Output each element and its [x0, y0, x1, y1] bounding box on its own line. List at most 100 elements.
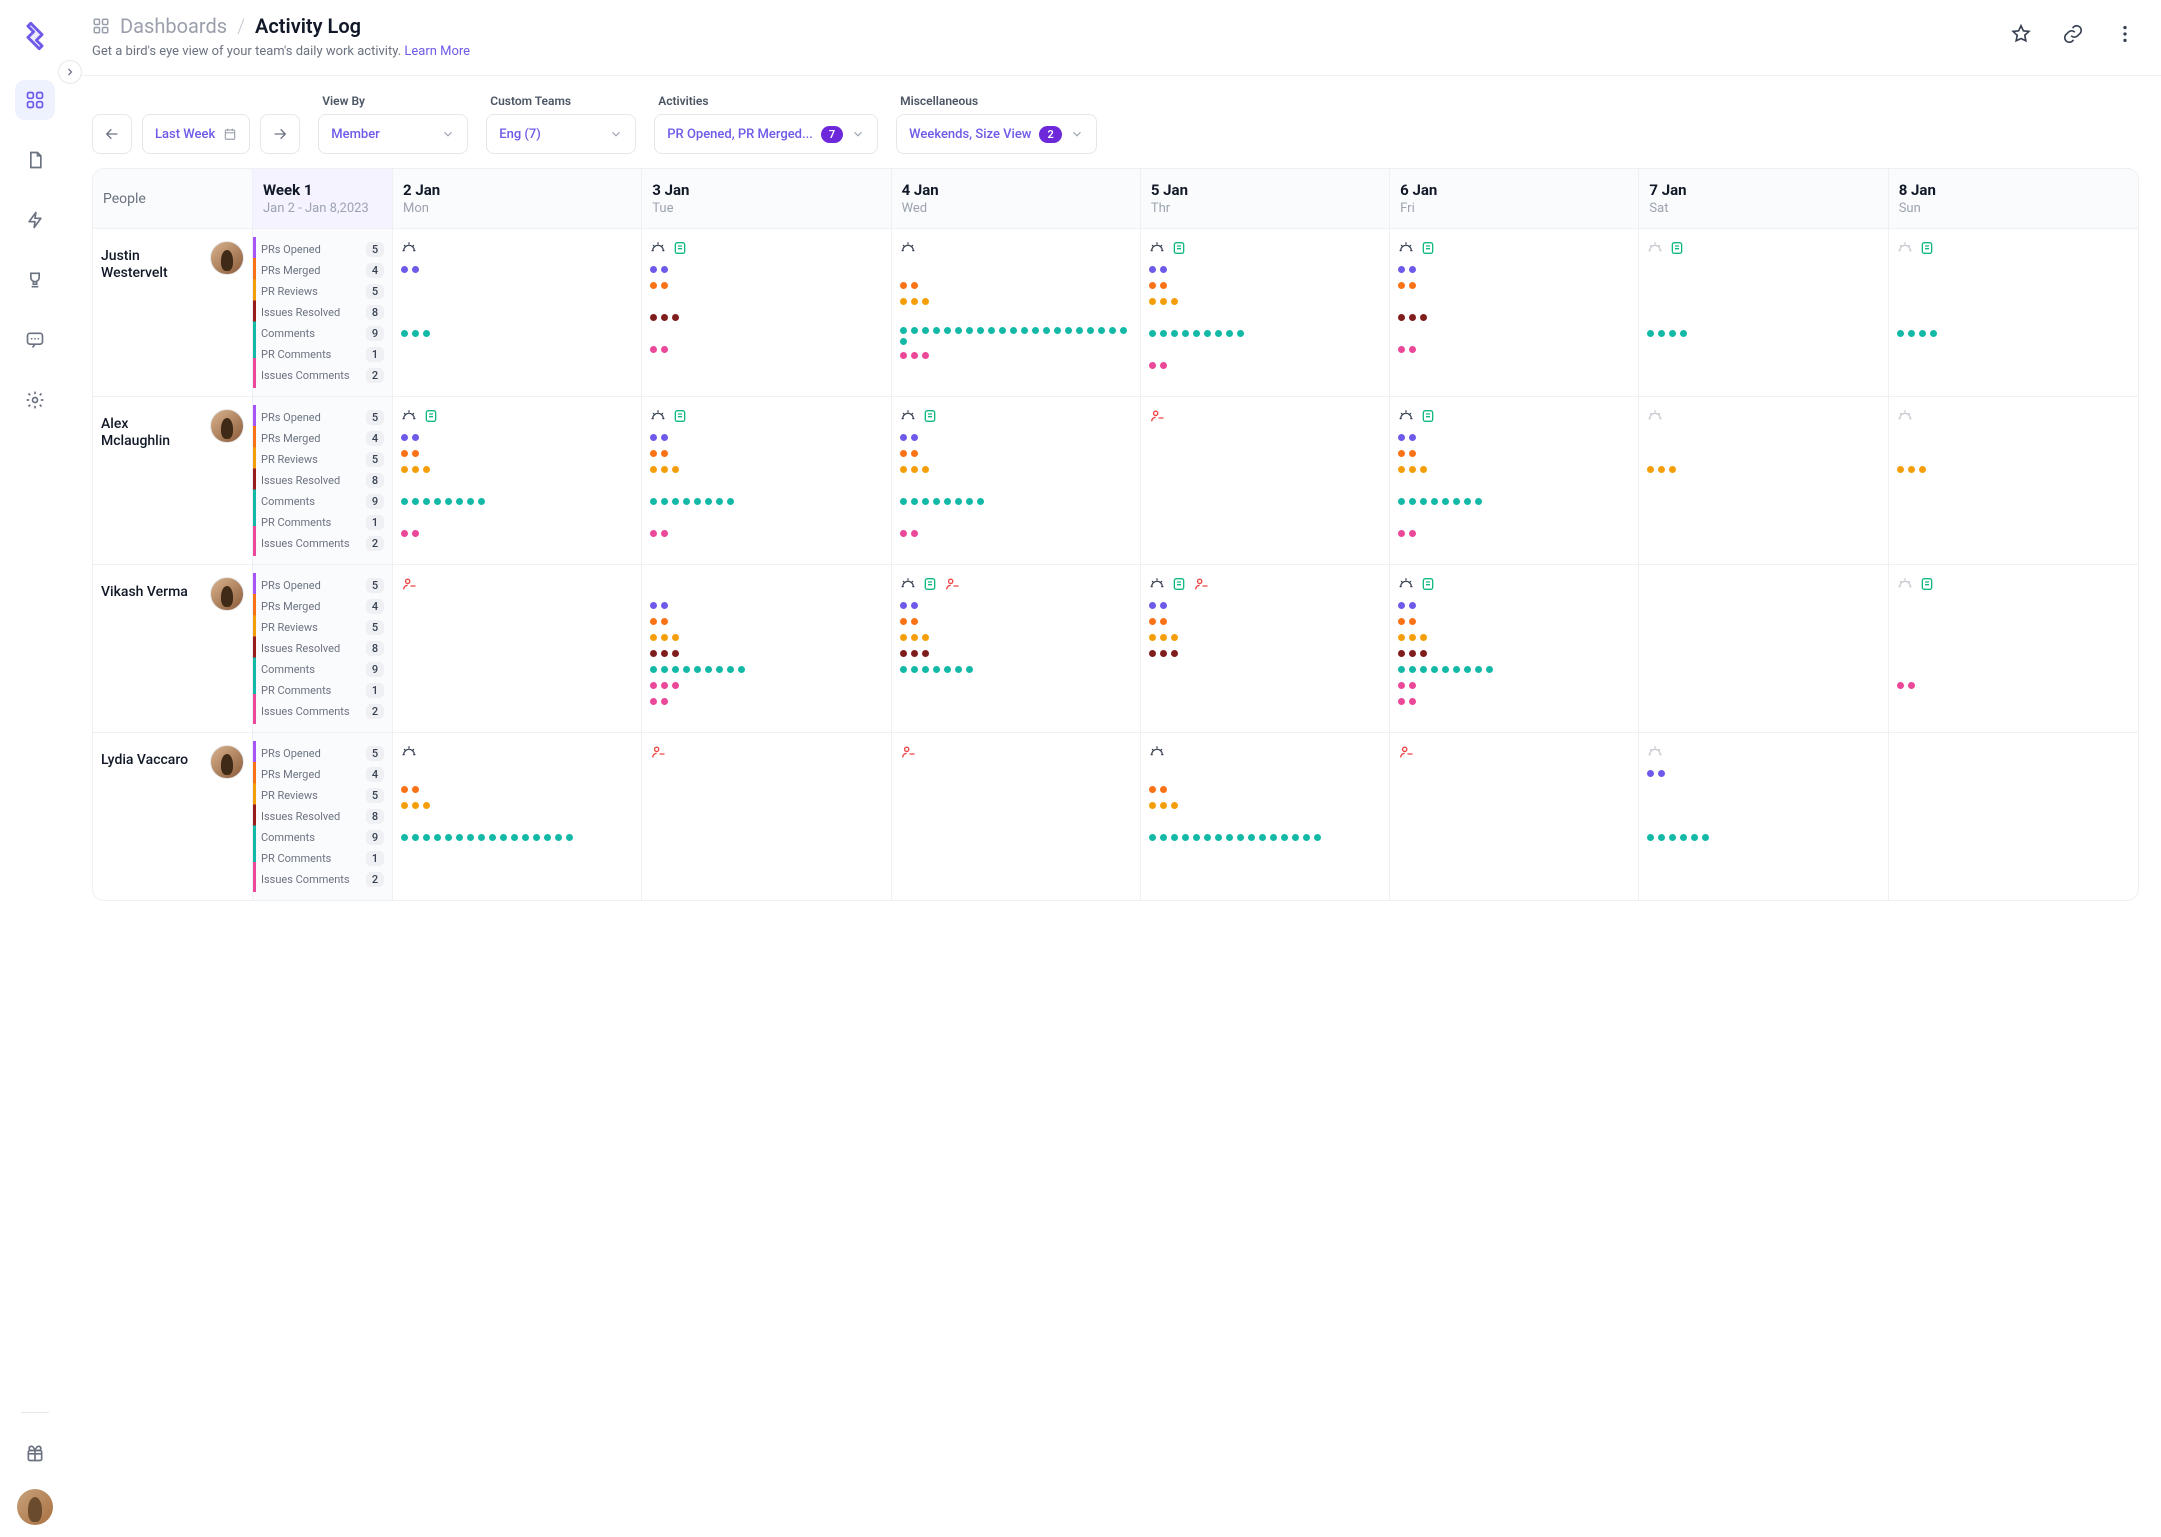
day-cell[interactable] [1390, 397, 1639, 564]
activity-dots-pm [1149, 613, 1381, 629]
note-icon [1420, 576, 1436, 592]
person-name: Lydia Vaccaro [101, 752, 188, 769]
person-name-cell[interactable]: Alex Mclaughlin [93, 397, 253, 564]
app-logo[interactable] [15, 16, 55, 56]
note-icon [922, 408, 938, 424]
nav-goals[interactable] [15, 260, 55, 300]
activity-dots-pr [1897, 293, 2130, 309]
day-status-icons [1647, 575, 1879, 593]
activity-dots-cm [401, 661, 633, 677]
day-status-icons [1149, 743, 1381, 761]
share-link-button[interactable] [2059, 20, 2087, 48]
day-cell[interactable] [1390, 733, 1639, 900]
activity-dots-po [1897, 765, 2130, 781]
next-range-button[interactable] [260, 114, 300, 154]
activity-dots-pc [401, 509, 633, 525]
col-day: 7 JanSat [1639, 169, 1888, 228]
sidebar-expand-button[interactable] [58, 60, 82, 84]
day-cell[interactable] [1639, 229, 1888, 396]
day-cell[interactable] [1889, 733, 2138, 900]
activity-dots-ic [1398, 861, 1630, 877]
activity-dots-cm [1398, 661, 1630, 677]
day-cell[interactable] [1639, 565, 1888, 732]
day-cell[interactable] [892, 565, 1141, 732]
person-name-cell[interactable]: Lydia Vaccaro [93, 733, 253, 900]
person-name-cell[interactable]: Justin Westervelt [93, 229, 253, 396]
day-cell[interactable] [1390, 229, 1639, 396]
nav-docs[interactable] [15, 140, 55, 180]
activity-dots-ic [900, 525, 1132, 541]
breadcrumb-root[interactable]: Dashboards [120, 14, 227, 38]
day-status-icons [401, 239, 633, 257]
activity-dots-ir [650, 813, 882, 829]
person-avatar [210, 409, 244, 443]
nav-settings[interactable] [15, 380, 55, 420]
activity-dots-cm [1647, 829, 1879, 845]
day-cell[interactable] [642, 229, 891, 396]
day-cell[interactable] [1639, 397, 1888, 564]
activity-dots-pc [401, 341, 633, 357]
activity-dots-pm [1897, 781, 2130, 797]
day-cell[interactable] [892, 733, 1141, 900]
activity-dots-pm [1897, 445, 2130, 461]
activity-dots-cm [1897, 493, 2130, 509]
activity-dots-ir [1647, 645, 1879, 661]
nav-dashboards[interactable] [15, 80, 55, 120]
activity-dots-cm [1398, 493, 1630, 509]
activity-dots-pc [650, 341, 882, 357]
activity-dots-ic [650, 357, 882, 373]
day-cell[interactable] [393, 229, 642, 396]
day-cell[interactable] [642, 733, 891, 900]
user-avatar[interactable] [17, 1489, 53, 1525]
nav-gift[interactable] [15, 1433, 55, 1473]
activity-dots-ir [401, 477, 633, 493]
day-cell[interactable] [892, 229, 1141, 396]
activity-dots-ir [1647, 813, 1879, 829]
activity-dots-cm [1647, 661, 1879, 677]
activities-select[interactable]: PR Opened, PR Merged... 7 [654, 114, 878, 154]
day-cell[interactable] [1141, 565, 1390, 732]
prev-range-button[interactable] [92, 114, 132, 154]
activity-dots-pm [1149, 445, 1381, 461]
day-cell[interactable] [892, 397, 1141, 564]
day-cell[interactable] [1141, 229, 1390, 396]
day-cell[interactable] [1889, 565, 2138, 732]
day-cell[interactable] [1141, 397, 1390, 564]
activity-dots-cm [401, 493, 633, 509]
day-cell[interactable] [1141, 733, 1390, 900]
sun-g-icon [1647, 240, 1663, 256]
day-cell[interactable] [642, 397, 891, 564]
day-cell[interactable] [1639, 733, 1888, 900]
day-cell[interactable] [1390, 565, 1639, 732]
activity-dots-cm [1647, 493, 1879, 509]
day-cell[interactable] [1889, 397, 2138, 564]
person-row: Justin WesterveltPRs Opened5PRs Merged4P… [93, 229, 2138, 397]
favorite-button[interactable] [2007, 20, 2035, 48]
teams-select[interactable]: Eng (7) [486, 114, 636, 154]
sun-g-icon [1897, 576, 1913, 592]
day-cell[interactable] [642, 565, 891, 732]
person-name-cell[interactable]: Vikash Verma [93, 565, 253, 732]
day-status-icons [1897, 743, 2130, 761]
day-cell[interactable] [393, 733, 642, 900]
viewby-select[interactable]: Member [318, 114, 468, 154]
activity-dots-pc [650, 845, 882, 861]
nav-chat[interactable] [15, 320, 55, 360]
activity-dots-pc [1897, 845, 2130, 861]
day-cell[interactable] [393, 397, 642, 564]
activity-dots-pr [650, 293, 882, 309]
nav-activity[interactable] [15, 200, 55, 240]
activity-dots-cm [1149, 661, 1381, 677]
day-cell[interactable] [1889, 229, 2138, 396]
activity-dots-pr [401, 461, 633, 477]
activity-dots-pm [401, 445, 633, 461]
more-menu-button[interactable] [2111, 20, 2139, 48]
day-cell[interactable] [393, 565, 642, 732]
learn-more-link[interactable]: Learn More [404, 44, 470, 59]
date-range-picker[interactable]: Last Week [142, 114, 250, 154]
week-summary-cell: PRs Opened5PRs Merged4PR Reviews5Issues … [253, 229, 393, 396]
activity-dots-ir [1398, 309, 1630, 325]
misc-select[interactable]: Weekends, Size View 2 [896, 114, 1097, 154]
activity-dots-cm [1149, 493, 1381, 509]
page-subtitle: Get a bird's eye view of your team's dai… [92, 44, 470, 59]
